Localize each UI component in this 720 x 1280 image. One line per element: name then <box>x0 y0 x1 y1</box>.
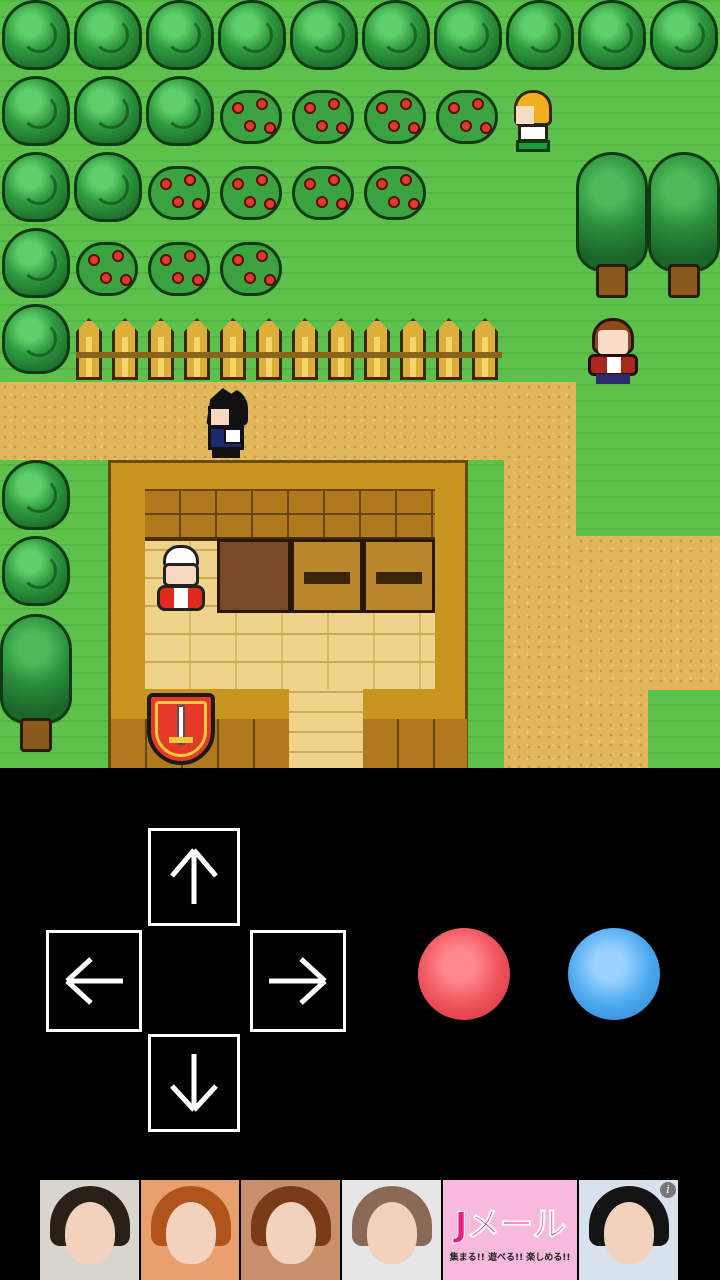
arrow-down-icon <box>170 1054 218 1112</box>
tree-icon <box>0 460 72 538</box>
flower-bush-icon <box>288 82 358 148</box>
ad-banner[interactable]: Jメール 集まる!! 遊べる!! 楽しめる!! i <box>40 1180 680 1280</box>
weapon-shop-sign-icon <box>147 693 215 765</box>
tree-icon <box>288 0 360 78</box>
tree-icon <box>576 0 648 78</box>
flower-bush-icon <box>432 82 502 148</box>
flower-bush-icon <box>288 158 358 224</box>
game-viewport <box>0 0 720 768</box>
ad-photo[interactable] <box>241 1180 341 1280</box>
player-character[interactable] <box>198 388 254 460</box>
tall-tree-icon <box>0 614 72 764</box>
dirt-path-south <box>576 690 648 768</box>
ad-photo[interactable] <box>40 1180 139 1280</box>
dirt-path-east <box>576 536 720 690</box>
ad-photo[interactable]: i <box>579 1180 678 1280</box>
tree-icon <box>0 0 72 78</box>
dpad-left-button[interactable] <box>46 930 142 1032</box>
shop-front-wall <box>363 719 467 768</box>
tree-icon <box>504 0 576 78</box>
tree-icon <box>72 0 144 78</box>
villager-npc-blonde[interactable] <box>506 90 560 154</box>
controller-panel <box>0 768 720 1178</box>
tree-icon <box>360 0 432 78</box>
villager-npc-brown[interactable] <box>584 318 642 384</box>
tree-icon <box>216 0 288 78</box>
tree-icon <box>648 0 720 78</box>
flower-bush-icon <box>360 158 430 224</box>
ad-logo[interactable]: Jメール 集まる!! 遊べる!! 楽しめる!! <box>442 1180 578 1280</box>
flower-bush-icon <box>216 234 286 300</box>
tree-icon <box>0 228 72 306</box>
flower-bush-icon <box>216 158 286 224</box>
ad-tagline: 集まる!! 遊べる!! 楽しめる!! <box>449 1253 571 1263</box>
tree-icon <box>0 536 72 614</box>
tree-icon <box>72 152 144 230</box>
shop-building <box>108 460 468 768</box>
flower-bush-icon <box>360 82 430 148</box>
info-icon[interactable]: i <box>659 1182 676 1198</box>
a-button[interactable] <box>418 928 510 1020</box>
wooden-fence <box>76 318 506 380</box>
shop-entrance[interactable] <box>289 689 363 768</box>
dirt-path <box>0 382 576 460</box>
tree-icon <box>144 0 216 78</box>
shopkeeper-npc[interactable] <box>153 545 209 615</box>
dirt-path-vertical <box>504 382 576 768</box>
dpad-up-button[interactable] <box>148 828 240 926</box>
shop-crate <box>291 539 363 613</box>
arrow-right-icon <box>269 957 327 1005</box>
arrow-up-icon <box>170 848 218 904</box>
flower-bush-icon <box>144 234 214 300</box>
ad-photo[interactable] <box>342 1180 441 1280</box>
shop-back-wall <box>145 489 435 541</box>
dpad-right-button[interactable] <box>250 930 346 1032</box>
tall-tree-icon <box>648 152 720 302</box>
tree-icon <box>0 152 72 230</box>
tree-icon <box>144 76 216 154</box>
b-button[interactable] <box>568 928 660 1020</box>
flower-bush-icon <box>72 234 142 300</box>
arrow-left-icon <box>65 957 123 1005</box>
tree-icon <box>0 304 72 382</box>
tall-tree-icon <box>576 152 648 302</box>
dpad-down-button[interactable] <box>148 1034 240 1132</box>
ad-photo[interactable] <box>140 1180 240 1280</box>
flower-bush-icon <box>144 158 214 224</box>
ad-logo-text: Jメール <box>454 1205 567 1246</box>
tree-icon <box>432 0 504 78</box>
tree-icon <box>0 76 72 154</box>
shop-crate <box>363 539 435 613</box>
tree-icon <box>72 76 144 154</box>
flower-bush-icon <box>216 82 286 148</box>
shop-counter <box>217 539 291 613</box>
